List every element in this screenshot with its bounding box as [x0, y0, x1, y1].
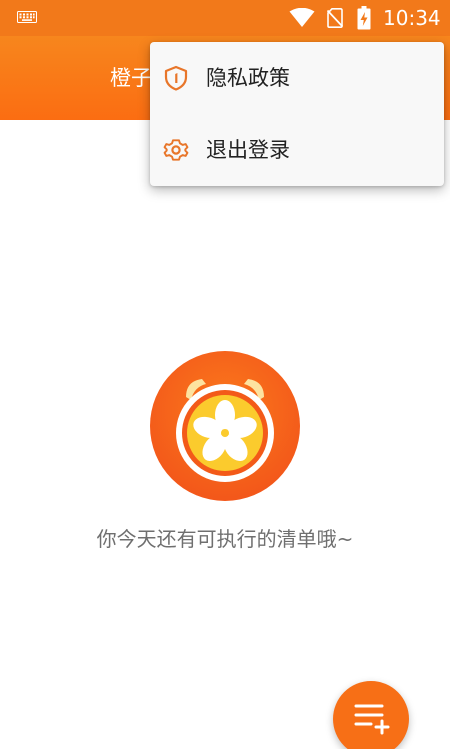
gear-icon	[163, 139, 189, 161]
status-bar: 10:34	[0, 0, 450, 36]
keyboard-icon	[17, 11, 37, 23]
battery-charging-icon	[357, 6, 371, 30]
add-list-button[interactable]	[333, 681, 409, 749]
wifi-icon	[289, 8, 315, 27]
shield-icon	[164, 65, 188, 91]
screen: 10:34 橙子 隐私政策 退出登录 你今天还有可执行的清单哦~	[0, 0, 450, 749]
orange-alarm-clock-logo	[150, 351, 300, 501]
overflow-menu: 隐私政策 退出登录	[150, 42, 444, 186]
no-sim-icon	[327, 8, 343, 28]
menu-item-label: 隐私政策	[206, 66, 290, 90]
menu-item-label: 退出登录	[206, 138, 290, 162]
empty-state-message: 你今天还有可执行的清单哦~	[96, 527, 354, 551]
status-clock: 10:34	[383, 6, 441, 30]
menu-item-privacy-policy[interactable]: 隐私政策	[150, 42, 444, 114]
menu-item-logout[interactable]: 退出登录	[150, 114, 444, 186]
app-title: 橙子	[110, 66, 152, 90]
add-list-icon	[354, 704, 390, 735]
